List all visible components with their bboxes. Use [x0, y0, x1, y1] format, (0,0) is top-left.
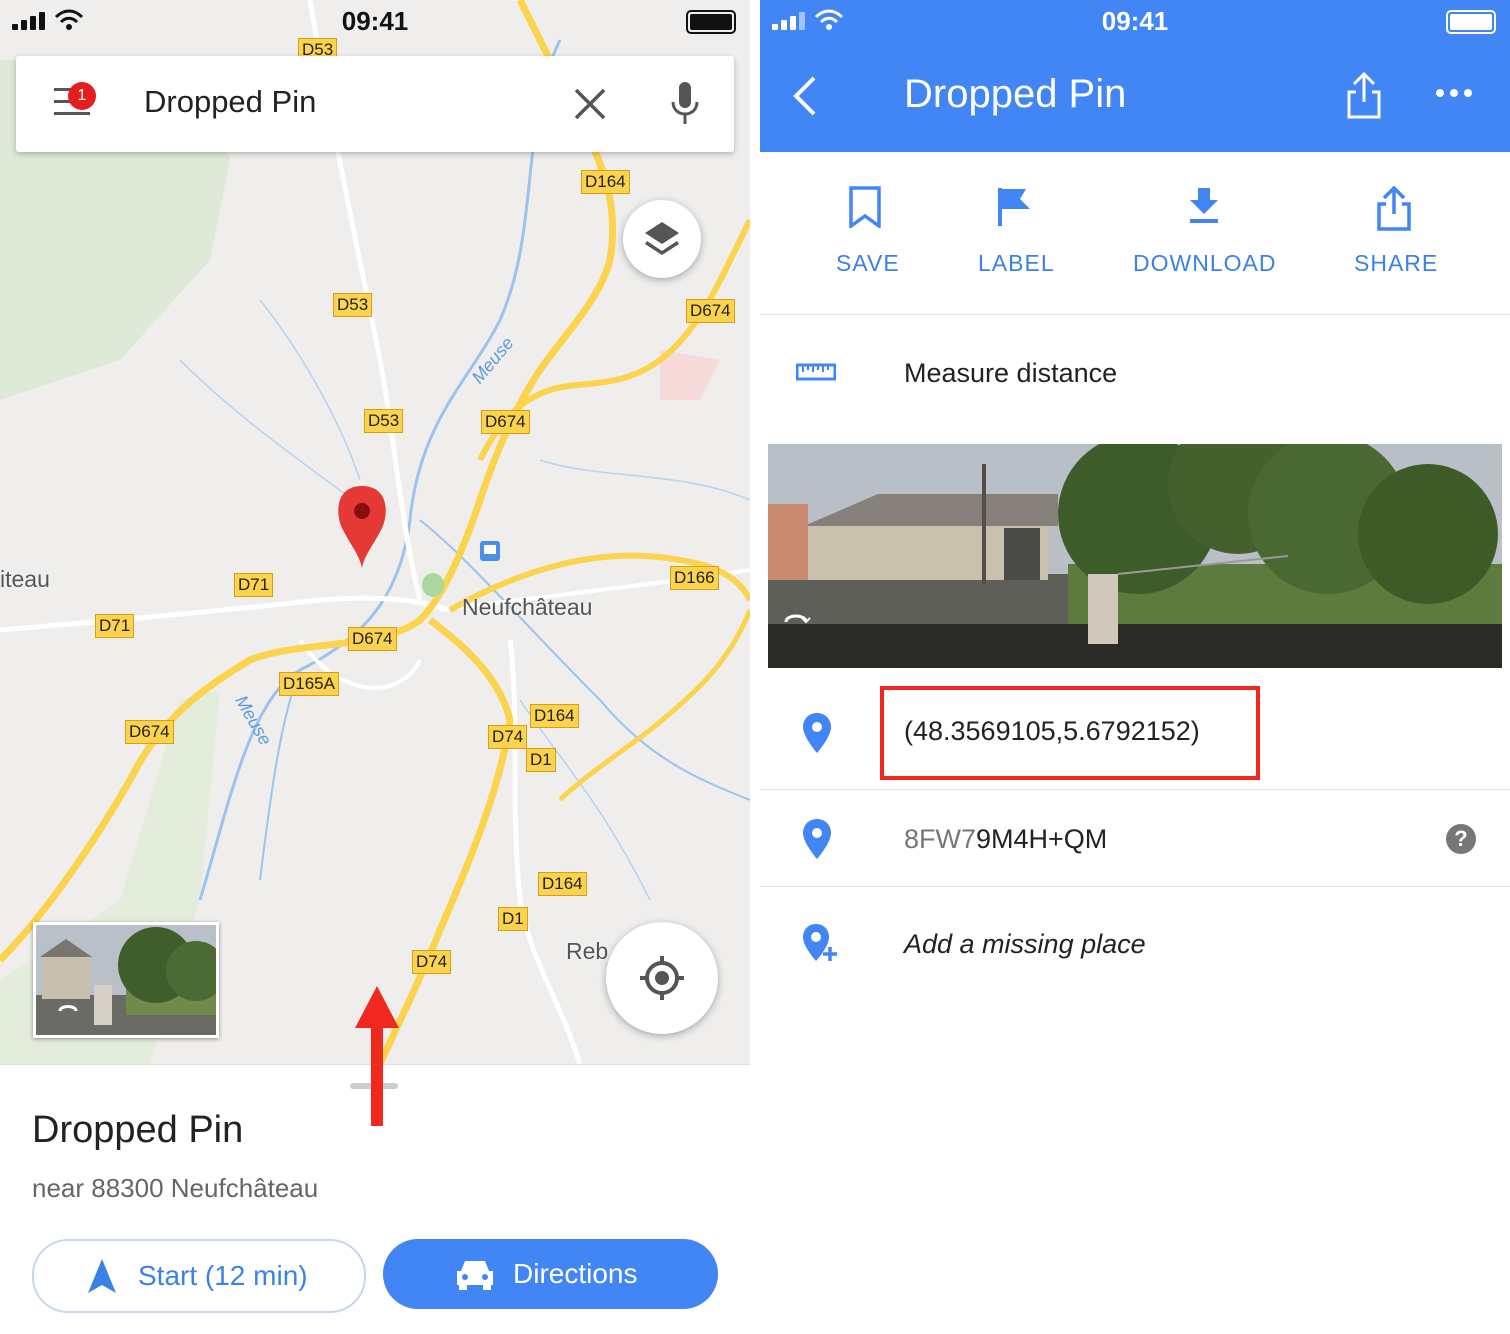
- location-pin-icon: [803, 713, 831, 753]
- label-button[interactable]: LABEL: [970, 152, 1060, 314]
- measure-distance-label: Measure distance: [904, 358, 1118, 388]
- road-label: D164: [581, 170, 630, 194]
- place-label-neufchateau: Neufchâteau: [462, 594, 593, 620]
- status-bar: 09:41: [0, 0, 750, 42]
- road-label: D164: [530, 704, 579, 728]
- microphone-icon[interactable]: [670, 82, 700, 126]
- annotation-highlight-box: [880, 686, 1260, 780]
- road-label: D53: [333, 293, 373, 317]
- place-subtitle: near 88300 Neufchâteau: [32, 1173, 319, 1203]
- road-label: D74: [488, 725, 528, 749]
- plus-code-row[interactable]: 8FW79M4H+QM: [760, 790, 1510, 886]
- ruler-icon: [796, 363, 836, 381]
- road-label: D74: [412, 950, 452, 974]
- place-title: Dropped Pin: [32, 1109, 244, 1151]
- road-label: D164: [538, 872, 587, 896]
- save-label: SAVE: [836, 250, 900, 276]
- clear-search-icon[interactable]: [572, 86, 608, 122]
- status-time: 09:41: [341, 6, 409, 36]
- search-bar[interactable]: 1 Dropped Pin: [16, 56, 734, 152]
- page-title: Dropped Pin: [904, 72, 1127, 116]
- label-label: LABEL: [978, 250, 1055, 276]
- street-view-image: [768, 444, 1502, 668]
- navigation-arrow-icon: [88, 1259, 116, 1293]
- notification-badge: 1: [68, 82, 96, 110]
- street-view-photo[interactable]: [768, 444, 1502, 668]
- download-icon: [1190, 188, 1218, 223]
- road-label: D53: [364, 409, 404, 433]
- road-label: D674: [686, 299, 735, 323]
- street-view-thumbnail[interactable]: [33, 922, 219, 1038]
- download-label: DOWNLOAD: [1133, 250, 1277, 276]
- back-chevron-icon[interactable]: [790, 74, 820, 118]
- action-bar: SAVE LABEL DOWNLOAD SHARE: [760, 152, 1510, 315]
- download-button[interactable]: DOWNLOAD: [1130, 152, 1280, 314]
- plus-code-text: 8FW79M4H+QM: [904, 824, 1107, 855]
- start-button-label: Start (12 min): [138, 1260, 308, 1291]
- layers-icon: [645, 222, 679, 255]
- bookmark-icon: [849, 186, 881, 228]
- share-icon[interactable]: [1346, 72, 1382, 120]
- map-screen: D53 D164 D53 D674 D53 D674 D71 D166 D71 …: [0, 0, 750, 1334]
- panel-divider: [750, 0, 760, 1334]
- add-missing-place-label: Add a missing place: [904, 929, 1146, 959]
- layers-button[interactable]: [623, 200, 701, 278]
- road-label: D1: [498, 907, 528, 931]
- annotation-arrow-icon: [355, 986, 399, 1126]
- battery-icon: [686, 10, 736, 34]
- road-label: D674: [481, 410, 530, 434]
- share-button[interactable]: SHARE: [1350, 152, 1440, 314]
- location-pin-icon: [803, 819, 831, 859]
- plus-code-prefix: 8FW7: [904, 824, 977, 854]
- place-label: iteau: [0, 566, 50, 592]
- place-label: Reb: [566, 938, 609, 964]
- road-label: D165A: [279, 672, 339, 696]
- flag-icon: [998, 188, 1030, 226]
- map-canvas[interactable]: D53 D164 D53 D674 D53 D674 D71 D166 D71 …: [0, 0, 750, 1064]
- street-view-image: [36, 925, 216, 1035]
- crosshair-icon: [640, 956, 684, 1000]
- road-label: D71: [95, 614, 135, 638]
- road-label: D71: [234, 573, 274, 597]
- add-location-icon: [803, 924, 837, 961]
- status-time: 09:41: [1101, 6, 1169, 36]
- my-location-button[interactable]: [606, 922, 718, 1034]
- car-icon: [457, 1261, 493, 1290]
- more-options-icon[interactable]: [1434, 86, 1474, 100]
- road-label: D1: [526, 748, 556, 772]
- battery-icon: [1446, 10, 1496, 34]
- details-header: 09:41 Dropped Pin: [760, 0, 1510, 152]
- place-details-screen: 09:41 Dropped Pin SAVE LABEL DOWNLOAD SH…: [760, 0, 1510, 1334]
- share-label: SHARE: [1354, 250, 1439, 276]
- dropped-pin-marker: [338, 486, 386, 568]
- start-navigation-button[interactable]: Start (12 min): [32, 1239, 366, 1313]
- search-input[interactable]: Dropped Pin: [144, 84, 316, 120]
- road-label: D166: [670, 566, 719, 590]
- help-icon[interactable]: ?: [1446, 824, 1476, 854]
- measure-distance-row[interactable]: Measure distance: [760, 314, 1510, 444]
- directions-button-label: Directions: [513, 1258, 638, 1289]
- plus-code-main: 9M4H+QM: [976, 824, 1108, 854]
- save-button[interactable]: SAVE: [820, 152, 910, 314]
- road-label: D674: [125, 720, 174, 744]
- add-missing-place-row[interactable]: Add a missing place: [760, 887, 1510, 997]
- map-graphics: [0, 0, 750, 1064]
- share-icon: [1377, 186, 1411, 231]
- directions-button[interactable]: Directions: [383, 1239, 718, 1309]
- road-label: D674: [348, 627, 397, 651]
